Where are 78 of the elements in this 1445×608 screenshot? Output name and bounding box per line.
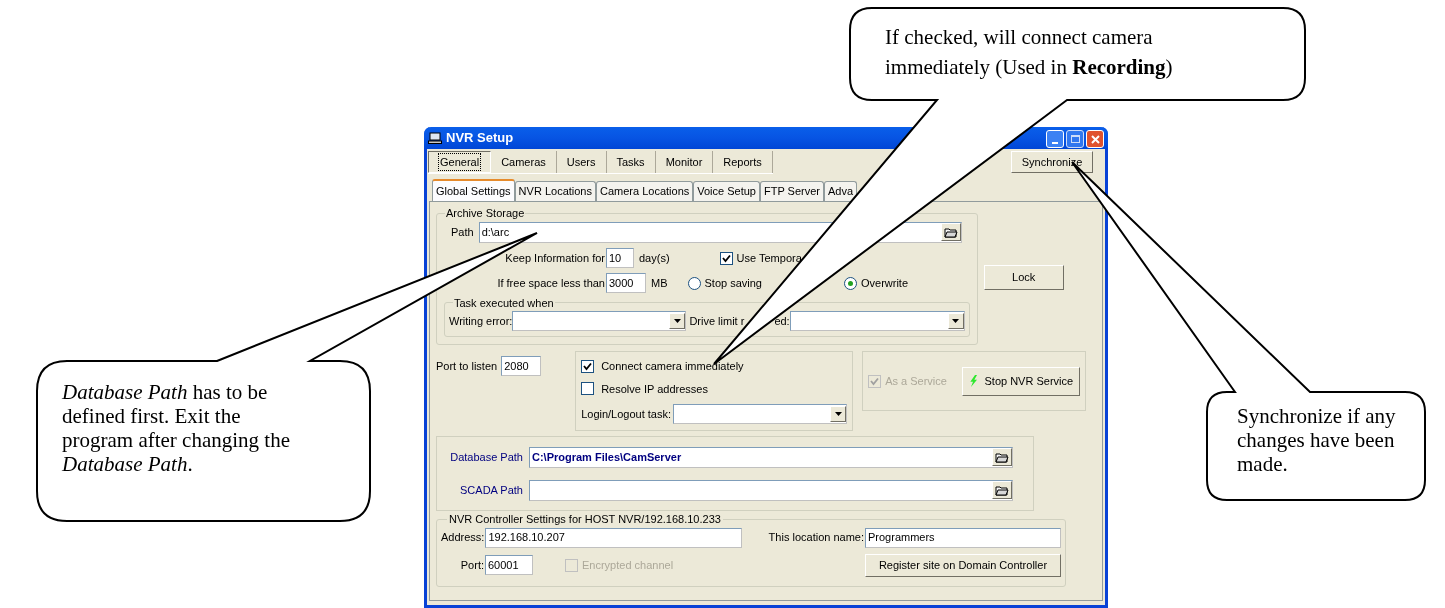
label: As a Service <box>885 373 947 389</box>
dropdown[interactable] <box>789 311 965 331</box>
browse-button[interactable] <box>992 481 1012 499</box>
radio-button[interactable] <box>687 276 701 290</box>
checkbox[interactable] <box>581 382 595 396</box>
label: Connect camera immediately <box>601 359 744 374</box>
label: Drive limit r <box>689 313 745 329</box>
input-field[interactable]: 60001 <box>485 555 533 575</box>
tab[interactable]: FTP Server <box>760 181 824 201</box>
tab[interactable]: Voice Setup <box>693 181 760 201</box>
group-title: Archive Storage <box>445 206 526 221</box>
folder-icon <box>995 484 1009 496</box>
tab[interactable]: Monitor <box>655 151 714 173</box>
label: Port: <box>460 557 484 573</box>
label: Resolve IP addresses <box>601 381 708 397</box>
label: ed: <box>774 313 790 329</box>
input-field[interactable]: 192.168.10.207 <box>485 527 743 548</box>
group-title: NVR Controller Settings for HOST NVR/192.168.10.233 <box>448 512 722 527</box>
label: Address: <box>441 530 485 546</box>
callout-text: Synchronize if any changes have been made. <box>1237 404 1397 476</box>
stop-service-button[interactable]: Stop NVR Service <box>962 366 1081 396</box>
caret-icon <box>673 319 681 323</box>
label: Overwrite <box>861 275 909 291</box>
synchronize-button[interactable]: Synchronize <box>1011 151 1093 173</box>
input-field[interactable]: 2080 <box>501 356 542 376</box>
checkmark-icon <box>870 376 880 386</box>
tab[interactable]: General <box>428 151 492 173</box>
tab[interactable]: Tasks <box>606 151 656 173</box>
folder-icon <box>995 451 1009 463</box>
path-field[interactable] <box>529 479 1013 501</box>
computer-icon <box>428 132 442 144</box>
tab[interactable]: Camera Locations <box>596 181 694 201</box>
tab[interactable]: Cameras <box>491 151 557 173</box>
checkbox[interactable] <box>719 251 733 265</box>
label: Keep Information for <box>505 250 605 266</box>
label: Encrypted channel <box>582 557 674 573</box>
folder-icon <box>943 226 958 238</box>
radio-button[interactable] <box>844 276 857 290</box>
checkmark-icon <box>583 361 593 371</box>
label: Use Tempora <box>736 250 802 266</box>
dropdown[interactable] <box>673 404 848 424</box>
tab[interactable]: NVR Locations <box>514 181 596 201</box>
label: Login/Logout task: <box>581 406 672 422</box>
label: Stop saving <box>704 275 762 291</box>
label: Writing error: <box>449 313 513 329</box>
input-field[interactable]: 10 <box>606 248 634 268</box>
maximize-button[interactable] <box>1066 130 1084 148</box>
minimize-button[interactable] <box>1046 130 1064 148</box>
label: Path <box>451 224 474 240</box>
label: This location name: <box>768 530 864 546</box>
browse-button[interactable] <box>992 448 1012 466</box>
checkbox[interactable] <box>581 359 595 373</box>
label: day(s) <box>639 250 670 266</box>
tab[interactable]: Global Settings <box>432 179 515 201</box>
register-button[interactable]: Register site on Domain Controller <box>865 553 1061 577</box>
path-field[interactable]: C:\Program Files\CamServer <box>529 446 1013 468</box>
browse-button[interactable] <box>940 223 961 241</box>
label: Port to listen <box>436 358 498 374</box>
close-button[interactable] <box>1086 130 1104 148</box>
label: Database Path <box>450 449 523 465</box>
caret-icon <box>834 412 842 416</box>
caret-icon <box>952 319 960 323</box>
dropdown[interactable] <box>512 311 687 331</box>
callout-text: If checked, will connect camera immediately (Used in Recording) <box>885 24 1174 81</box>
tab[interactable]: Reports <box>713 151 773 173</box>
input-field[interactable]: 3000 <box>606 273 646 293</box>
tab[interactable]: Users <box>556 151 607 173</box>
label: If free space less than <box>497 275 605 291</box>
label: SCADA Path <box>460 482 523 498</box>
window-title: NVR Setup <box>446 129 514 148</box>
checkmark-icon <box>721 253 731 263</box>
group-title: Task executed when <box>453 295 555 311</box>
callout-text: Database Path has to be defined first. Exit the program after changing the Database Path. <box>62 380 291 476</box>
input-field[interactable]: Programmers <box>865 527 1061 548</box>
tab[interactable]: Adva <box>824 181 858 201</box>
lock-button[interactable]: Lock <box>983 265 1064 290</box>
label: MB <box>651 275 668 291</box>
close-icon <box>1090 134 1100 144</box>
